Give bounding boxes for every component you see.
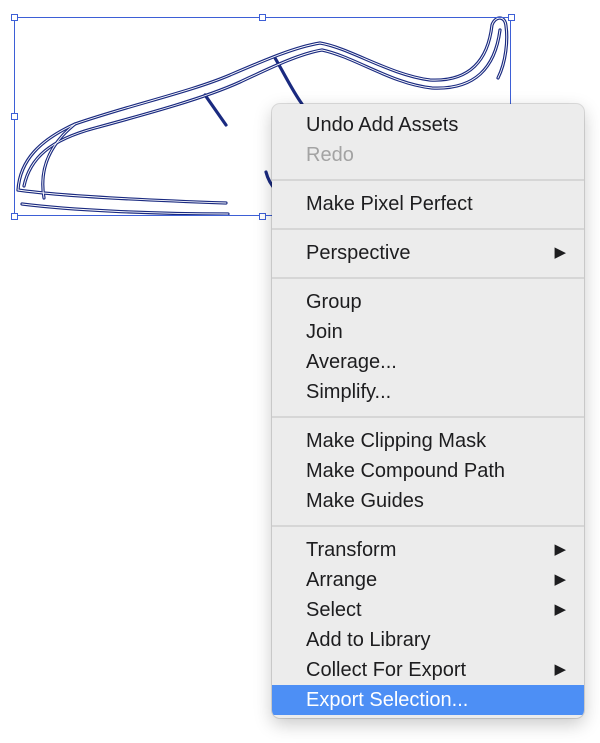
menu-item-select[interactable]: Select ▶ [272,595,584,625]
menu-item-label: Join [306,321,343,343]
menu-item-collect-for-export[interactable]: Collect For Export ▶ [272,655,584,685]
menu-item-perspective[interactable]: Perspective ▶ [272,238,584,268]
menu-item-label: Average... [306,351,397,373]
resize-handle-bottom-left[interactable] [11,213,18,220]
menu-item-make-clipping-mask[interactable]: Make Clipping Mask [272,426,584,456]
menu-separator [272,268,584,287]
menu-item-export-selection[interactable]: Export Selection... [272,685,584,715]
menu-item-transform[interactable]: Transform ▶ [272,535,584,565]
menu-item-label: Simplify... [306,381,392,403]
menu-item-make-compound-path[interactable]: Make Compound Path [272,456,584,486]
menu-item-make-guides[interactable]: Make Guides [272,486,584,516]
submenu-arrow-icon: ▶ [554,601,566,618]
menu-item-label: Group [306,291,362,313]
menu-item-label: Make Compound Path [306,460,506,482]
menu-separator [272,219,584,238]
menu-item-join[interactable]: Join [272,317,584,347]
context-menu: Undo Add Assets Redo Make Pixel Perfect Per… [272,104,584,718]
menu-item-label: Arrange [306,569,378,591]
menu-item-arrange[interactable]: Arrange ▶ [272,565,584,595]
menu-item-label: Collect For Export [306,659,467,681]
menu-separator [272,170,584,189]
menu-item-label: Perspective [306,242,411,264]
menu-separator [272,407,584,426]
menu-item-group[interactable]: Group [272,287,584,317]
submenu-arrow-icon: ▶ [554,571,566,588]
menu-item-add-to-library[interactable]: Add to Library [272,625,584,655]
submenu-arrow-icon: ▶ [554,541,566,558]
menu-item-make-pixel-perfect[interactable]: Make Pixel Perfect [272,189,584,219]
menu-item-label: Export Selection... [306,689,469,711]
menu-separator [272,516,584,535]
menu-item-label: Transform [306,539,397,561]
resize-handle-top-left[interactable] [11,14,18,21]
submenu-arrow-icon: ▶ [554,661,566,678]
menu-item-label: Make Guides [306,490,424,512]
menu-item-label: Redo [306,144,354,166]
menu-item-label: Make Pixel Perfect [306,193,473,215]
submenu-arrow-icon: ▶ [554,244,566,261]
menu-item-redo: Redo [272,140,584,170]
resize-handle-top-right[interactable] [508,14,515,21]
resize-handle-top-center[interactable] [259,14,266,21]
menu-item-average[interactable]: Average... [272,347,584,377]
menu-item-label: Add to Library [306,629,431,651]
menu-item-undo-add-assets[interactable]: Undo Add Assets [272,110,584,140]
menu-item-label: Make Clipping Mask [306,430,487,452]
resize-handle-middle-left[interactable] [11,113,18,120]
resize-handle-bottom-center[interactable] [259,213,266,220]
menu-item-label: Select [306,599,362,621]
menu-item-label: Undo Add Assets [306,114,459,136]
menu-item-simplify[interactable]: Simplify... [272,377,584,407]
